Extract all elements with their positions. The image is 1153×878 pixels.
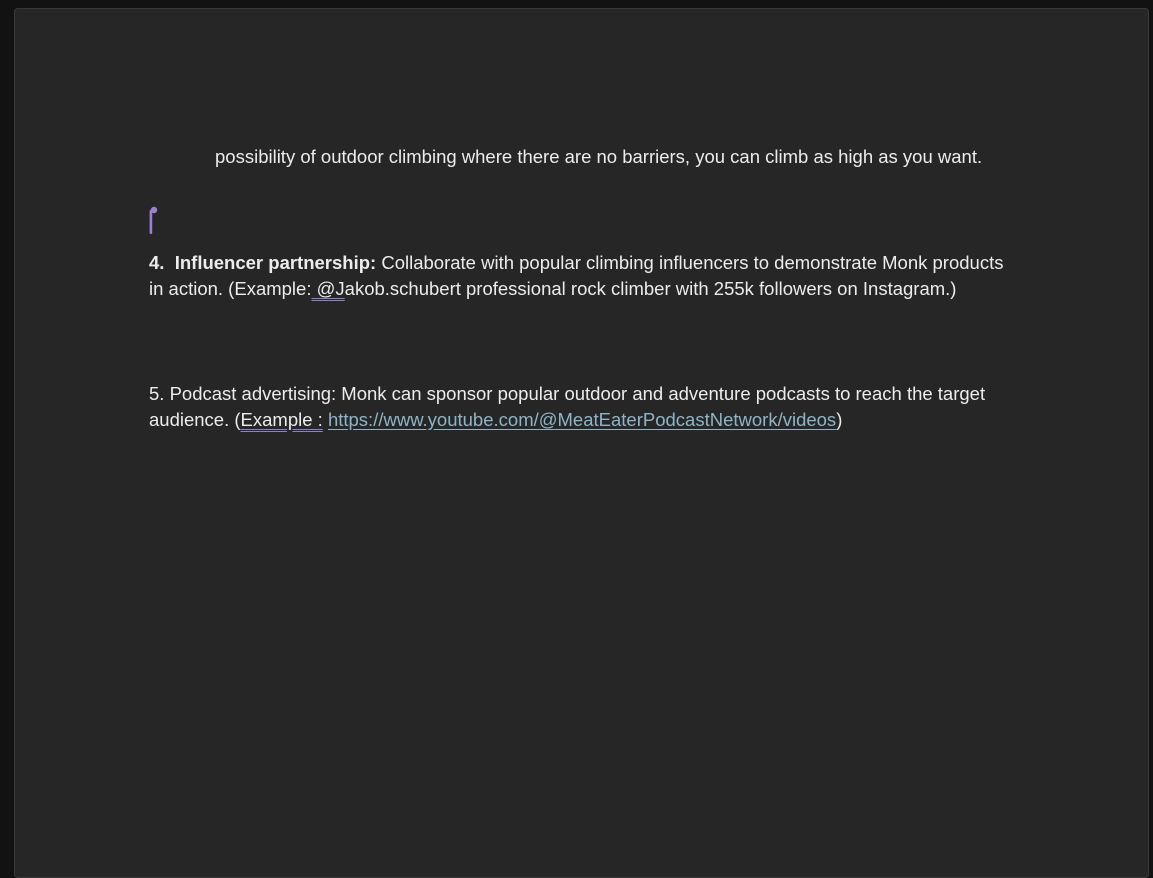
podcast-link[interactable]: https://www.youtube.com/@MeatEaterPodcas…	[328, 409, 836, 430]
item5-example-label[interactable]: Example :	[241, 409, 323, 430]
item4-heading: Influencer partnership:	[174, 252, 377, 273]
list-item-podcast-advertising[interactable]: 5. Podcast advertising: Monk can sponsor…	[149, 381, 1019, 432]
item4-text-after: akob.schubert professional rock climber …	[344, 277, 957, 299]
item5-text-after: )	[836, 408, 843, 430]
item4-handle-start[interactable]: @J	[317, 278, 345, 299]
document-page[interactable]: possibility of outdoor climbing where th…	[14, 8, 1149, 878]
list-item-influencer-partnership[interactable]: 4. Influencer partnership: Collaborate w…	[149, 250, 1019, 301]
item4-number: 4.	[149, 252, 165, 273]
text-cursor-icon	[149, 206, 158, 234]
item4-example-label: Example:	[234, 277, 312, 299]
paragraph-continuation[interactable]: possibility of outdoor climbing where th…	[215, 144, 1015, 170]
